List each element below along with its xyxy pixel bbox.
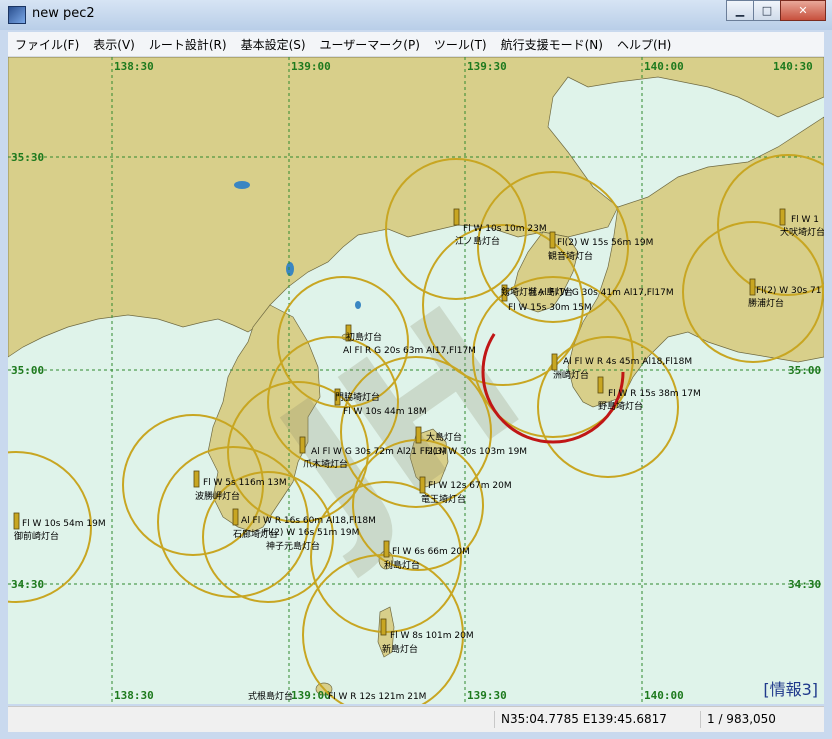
light-name: 野島埼灯台	[598, 400, 643, 412]
light-char: Fl W 10s 10m 23M	[463, 224, 547, 234]
lat-left-label: 35:30	[11, 151, 44, 164]
light-char: Al Fl W R 16s 60m Al18,Fl18M	[241, 516, 376, 526]
light-name: 神子元島灯台	[266, 540, 320, 552]
lon-bottom-label: 139:30	[467, 689, 507, 702]
light-name: 洲崎灯台	[553, 369, 589, 381]
light-name: 新島灯台	[382, 643, 418, 655]
lat-left-label: 35:00	[11, 364, 44, 377]
status-scale: 1 / 983,050	[700, 711, 776, 728]
light-char: Fl W R 15s 38m 17M	[608, 389, 701, 399]
chart-map[interactable]: 138:30 139:00 139:30 140:00 140:30 138:3…	[8, 57, 824, 704]
menu-help[interactable]: ヘルプ(H)	[610, 36, 678, 53]
light-char: Fl(2) W 16s 51m 19M	[263, 528, 359, 538]
chart-canvas[interactable]: 138:30 139:00 139:30 140:00 140:30 138:3…	[8, 57, 824, 704]
light-name: 勝浦灯台	[748, 297, 784, 309]
light-name: 波勝岬灯台	[195, 490, 240, 502]
lon-top-label: 140:00	[644, 60, 684, 73]
menu-settings[interactable]: 基本設定(S)	[234, 36, 313, 53]
status-bar: N35:04.7785 E139:45.6817 1 / 983,050	[8, 706, 824, 732]
light-char: Fl W 6s 66m 20M	[392, 547, 470, 557]
close-button[interactable]: ✕	[780, 0, 826, 21]
menu-file[interactable]: ファイル(F)	[8, 36, 86, 53]
status-message	[8, 711, 14, 728]
lat-right-label: 35:00	[788, 364, 821, 377]
lat-right-label: 34:30	[788, 578, 821, 591]
light-name: 初島灯台	[346, 331, 382, 343]
light-char: Fl W 12s 67m 20M	[428, 481, 512, 491]
light-name: 大島灯台	[426, 431, 462, 443]
light-name: 観音埼灯台	[548, 250, 593, 262]
lon-top-label: 139:30	[467, 60, 507, 73]
light-name: 爪木埼灯台	[303, 458, 348, 470]
light-char: Fl(2) W 15s 56m 19M	[557, 238, 653, 248]
light-char: Fl W 5s 116m 13M	[203, 478, 287, 488]
light-char: Al Fl W R 4s 45m Al18,Fl18M	[563, 357, 692, 367]
maximize-button[interactable]: □	[753, 0, 781, 21]
light-char: Al Fl R G 20s 63m Al17,Fl17M	[343, 346, 476, 356]
lat-left-label: 34:30	[11, 578, 44, 591]
lon-top-label: 139:00	[291, 60, 331, 73]
light-char: Fl(2) W 30s 71	[756, 286, 822, 296]
info-badge[interactable]: [情報3]	[763, 676, 818, 700]
menu-tools[interactable]: ツール(T)	[427, 36, 494, 53]
light-char: Fl W 1	[791, 215, 819, 225]
light-char: Fl W 10s 54m 19M	[22, 519, 106, 529]
minimize-button[interactable]: ▁	[726, 0, 754, 21]
menu-view[interactable]: 表示(V)	[86, 36, 142, 53]
light-name: 利島灯台	[384, 559, 420, 571]
app-icon	[8, 6, 26, 24]
title-bar: new pec2 ▁ □ ✕	[0, 0, 832, 30]
light-char: Fl W 8s 101m 20M	[390, 631, 474, 641]
menu-user-mark[interactable]: ユーザーマーク(P)	[313, 36, 427, 53]
lon-top-label: 138:30	[114, 60, 154, 73]
lon-bottom-label: 138:30	[114, 689, 154, 702]
menu-navigation-mode[interactable]: 航行支援モード(N)	[494, 36, 610, 53]
menu-bar: ファイル(F) 表示(V) ルート設計(R) 基本設定(S) ユーザーマーク(P…	[8, 32, 824, 57]
light-name: 御前崎灯台	[14, 530, 59, 542]
light-char: Fl W R 12s 121m 21M	[328, 692, 426, 702]
light-name: 式根島灯台	[248, 690, 293, 702]
light-name: 竜王埼灯台	[421, 493, 466, 505]
light-char: Fl(3) W 30s 103m 19M	[425, 447, 527, 457]
light-name: 犬吠埼灯台	[780, 226, 824, 238]
lon-bottom-label: 140:00	[644, 689, 684, 702]
light-name: 江ノ島灯台	[455, 235, 500, 247]
lon-top-label: 140:30	[773, 60, 813, 73]
status-coordinates: N35:04.7785 E139:45.6817	[494, 711, 667, 728]
light-name: 門脇埼灯台	[335, 391, 380, 403]
light-char: Fl W 15s 30m 15M	[508, 303, 592, 313]
app-window: new pec2 ▁ □ ✕ ファイル(F) 表示(V) ルート設計(R) 基本…	[0, 0, 832, 739]
window-title: new pec2	[32, 6, 95, 21]
light-name: 城ヶ島灯台	[528, 286, 573, 298]
menu-route-design[interactable]: ルート設計(R)	[142, 36, 234, 53]
light-char: Fl W 10s 44m 18M	[343, 407, 427, 417]
